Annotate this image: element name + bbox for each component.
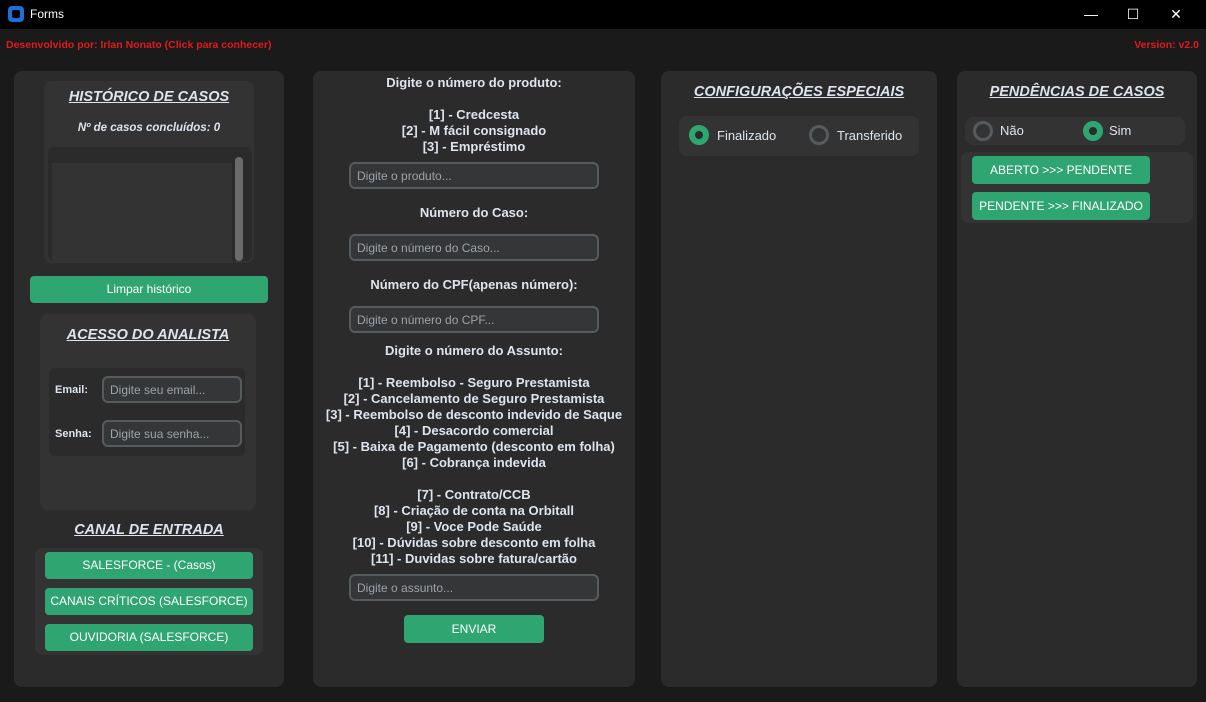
title-bar: Forms — ☐ ✕ <box>0 0 1206 29</box>
transferido-radio[interactable] <box>809 125 829 145</box>
subject-option: [6] - Cobrança indevida <box>402 455 546 470</box>
form-panel: Digite o número do produto: [1] - Credce… <box>313 71 635 687</box>
history-scrollbar[interactable] <box>235 157 243 261</box>
salesforce-cases-button[interactable]: SALESFORCE - (Casos) <box>45 552 253 579</box>
pending-actions: ABERTO >>> PENDENTE PENDENTE >>> FINALIZ… <box>961 152 1193 223</box>
login-title: ACESSO DO ANALISTA <box>66 327 230 343</box>
email-label: Email: <box>55 384 89 396</box>
history-textbox[interactable] <box>52 163 232 261</box>
product-option: [1] - Credcesta <box>428 107 520 122</box>
product-title: Digite o número do produto: <box>386 75 562 90</box>
cpf-input[interactable] <box>349 306 599 333</box>
special-options: Finalizado Transferido <box>679 116 919 156</box>
subject-option: [8] - Criação de conta na Orbitall <box>373 503 575 518</box>
maximize-button[interactable]: ☐ <box>1110 0 1156 29</box>
minimize-button[interactable]: — <box>1068 0 1114 29</box>
case-title: Número do Caso: <box>419 205 529 220</box>
login-form: Email: Senha: <box>49 368 245 456</box>
analyst-access-section: ACESSO DO ANALISTA Email: Senha: <box>40 314 256 510</box>
history-list[interactable] <box>48 147 252 261</box>
history-section: HISTÓRICO DE CASOS Nº de casos concluído… <box>44 81 254 263</box>
subject-title: Digite o número do Assunto: <box>385 343 563 358</box>
finalizado-radio[interactable] <box>689 125 709 145</box>
version-label: Version: v2.0 <box>1134 39 1199 51</box>
nao-radio[interactable] <box>973 121 993 141</box>
channel-title: CANAL DE ENTRADA <box>74 522 224 538</box>
subject-option: [11] - Duvidas sobre fatura/cartão <box>371 551 577 566</box>
subject-option: [10] - Dúvidas sobre desconto em folha <box>352 535 596 550</box>
channel-section: SALESFORCE - (Casos) CANAIS CRÍTICOS (SA… <box>35 548 263 655</box>
pending-title: PENDÊNCIAS DE CASOS <box>989 84 1165 100</box>
password-label: Senha: <box>55 428 92 440</box>
developer-link[interactable]: Desenvolvido por: Irlan Nonato (Click pa… <box>6 39 271 51</box>
window-title: Forms <box>30 7 64 21</box>
clear-history-button[interactable]: Limpar histórico <box>30 276 268 303</box>
nao-label: Não <box>1000 123 1024 138</box>
pending-cases-panel: PENDÊNCIAS DE CASOS Não Sim ABERTO >>> P… <box>957 71 1197 687</box>
pending-options: Não Sim <box>965 117 1185 145</box>
cases-count: Nº de casos concluídos: 0 <box>77 122 221 134</box>
pending-to-finalized-button[interactable]: PENDENTE >>> FINALIZADO <box>972 192 1150 220</box>
product-option: [2] - M fácil consignado <box>401 123 547 138</box>
subject-input[interactable] <box>349 574 599 601</box>
subject-option: [1] - Reembolso - Seguro Prestamista <box>358 375 590 390</box>
password-field[interactable] <box>102 420 242 447</box>
product-option: [3] - Empréstimo <box>422 139 526 154</box>
sim-radio[interactable] <box>1083 121 1103 141</box>
case-number-input[interactable] <box>349 234 599 261</box>
left-panel: HISTÓRICO DE CASOS Nº de casos concluído… <box>14 71 284 687</box>
sim-label: Sim <box>1109 123 1132 138</box>
subject-option: [7] - Contrato/CCB <box>417 487 531 502</box>
product-input[interactable] <box>349 162 599 189</box>
subject-option: [9] - Voce Pode Saúde <box>406 519 542 534</box>
special-title: CONFIGURAÇÕES ESPECIAIS <box>693 84 905 100</box>
critical-channels-button[interactable]: CANAIS CRÍTICOS (SALESFORCE) <box>45 588 253 615</box>
history-title: HISTÓRICO DE CASOS <box>68 89 230 105</box>
app-icon <box>8 6 24 22</box>
submit-button[interactable]: ENVIAR <box>404 615 544 643</box>
subject-option: [3] - Reembolso de desconto indevido de … <box>325 407 623 422</box>
subject-option: [5] - Baixa de Pagamento (desconto em fo… <box>333 439 615 454</box>
transferido-label: Transferido <box>837 128 903 143</box>
close-button[interactable]: ✕ <box>1153 0 1199 29</box>
finalizado-label: Finalizado <box>717 128 777 143</box>
special-settings-panel: CONFIGURAÇÕES ESPECIAIS Finalizado Trans… <box>661 71 937 687</box>
subject-option: [2] - Cancelamento de Seguro Prestamista <box>343 391 605 406</box>
cpf-title: Número do CPF(apenas número): <box>370 277 578 292</box>
open-to-pending-button[interactable]: ABERTO >>> PENDENTE <box>972 156 1150 184</box>
email-field[interactable] <box>102 376 242 403</box>
subject-option: [4] - Desacordo comercial <box>394 423 554 438</box>
ombudsman-button[interactable]: OUVIDORIA (SALESFORCE) <box>45 624 253 651</box>
